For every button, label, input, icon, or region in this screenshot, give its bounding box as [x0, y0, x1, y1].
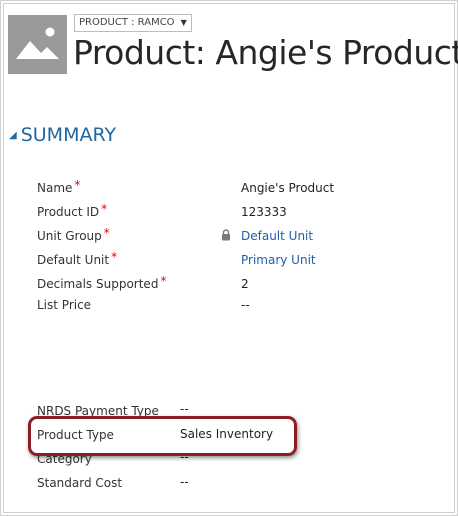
entity-image[interactable] — [8, 15, 67, 74]
field-label-default-unit: Default Unit * — [37, 250, 118, 267]
field-value-decimals-supported[interactable]: 2 — [241, 277, 249, 291]
field-label-name: Name * — [37, 178, 81, 195]
required-indicator: * — [101, 202, 108, 216]
field-value-nrds-payment-type[interactable]: -- — [180, 402, 189, 416]
field-value-product-id[interactable]: 123333 — [241, 205, 287, 219]
field-label-list-price: List Price — [37, 298, 92, 312]
page-title: Product: Angie's Product — [73, 33, 458, 72]
field-label-decimals-supported: Decimals Supported * — [37, 274, 167, 291]
section-title: SUMMARY — [20, 124, 117, 146]
field-value-default-unit-link[interactable]: Primary Unit — [241, 253, 316, 267]
required-indicator: * — [74, 178, 81, 192]
field-label-product-id: Product ID * — [37, 202, 108, 219]
field-label-standard-cost: Standard Cost — [37, 476, 123, 490]
field-label-unit-group: Unit Group * — [37, 226, 110, 243]
chevron-down-icon: ▼ — [180, 18, 187, 27]
field-value-unit-group-link[interactable]: Default Unit — [241, 229, 313, 243]
required-indicator: * — [103, 226, 110, 240]
image-placeholder-icon — [16, 27, 59, 59]
required-indicator: * — [111, 250, 118, 264]
field-value-list-price[interactable]: -- — [241, 298, 250, 312]
form-selector-label: PRODUCT : RAMCO — [79, 17, 175, 28]
field-value-standard-cost[interactable]: -- — [180, 475, 189, 489]
collapse-triangle-icon: ◢ — [9, 129, 17, 141]
highlight-annotation — [28, 416, 297, 456]
section-summary-header[interactable]: ◢ SUMMARY — [9, 124, 116, 146]
required-indicator: * — [160, 274, 167, 288]
lock-icon — [222, 229, 230, 241]
field-value-name[interactable]: Angie's Product — [241, 181, 334, 195]
form-selector[interactable]: PRODUCT : RAMCO ▼ — [74, 14, 192, 32]
